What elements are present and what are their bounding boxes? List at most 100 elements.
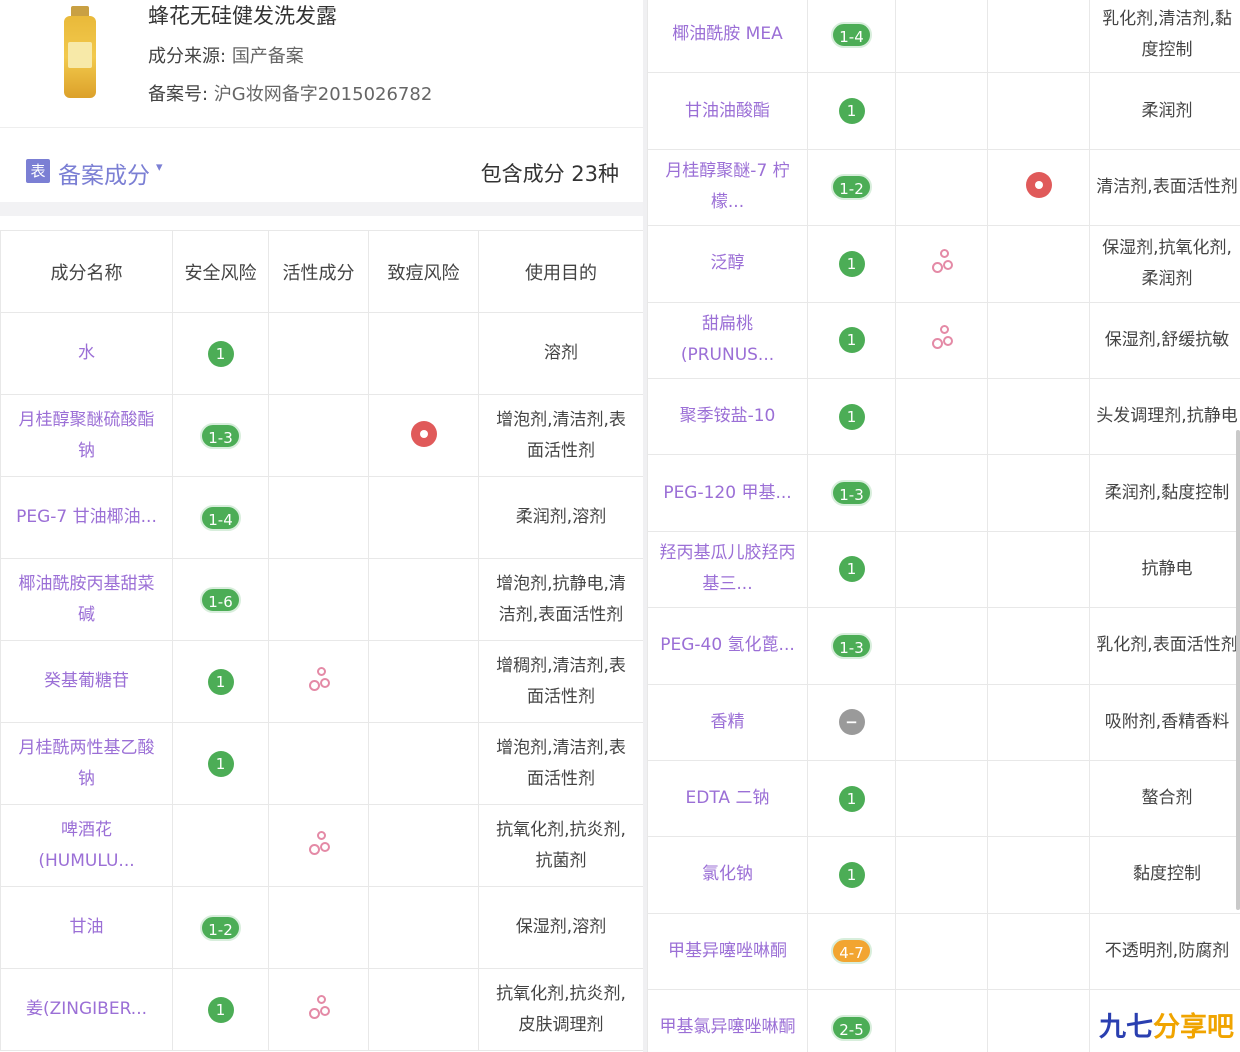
ingredient-name[interactable]: 月桂酰两性基乙酸钠 — [0, 722, 173, 805]
table-row[interactable]: 羟丙基瓜儿胶羟丙 基三... 1 抗静电 — [647, 530, 1240, 609]
safety-risk-badge: 1 — [838, 403, 865, 430]
safety-risk-cell: 1 — [172, 640, 269, 723]
purpose-text: 柔润剂,黏度控制 — [1104, 482, 1230, 503]
acne-risk-cell — [368, 640, 479, 723]
bubbles-icon — [929, 248, 955, 276]
active-cell — [268, 312, 369, 395]
ingredient-name[interactable]: 癸基葡糖苷 — [0, 640, 173, 723]
chevron-down-icon[interactable]: ▾ — [156, 160, 163, 175]
acne-risk-cell — [987, 989, 1090, 1052]
active-cell — [268, 886, 369, 969]
purpose-text: 吸附剂,香精香料 — [1104, 711, 1230, 732]
usage-purpose: 清洁剂,表面活性剂 — [1089, 148, 1240, 227]
ingredient-name-text: 基三... — [702, 574, 753, 595]
table-row[interactable]: 椰油酰胺 MEA 1-4 乳化剂,清洁剂,黏 度控制 — [647, 0, 1240, 74]
ingredient-name[interactable]: PEG-7 甘油椰油... — [0, 476, 173, 559]
ingredient-name[interactable]: 甜扁桃 (PRUNUS... — [647, 301, 808, 379]
table-row[interactable]: 香精 − 吸附剂,香精香料 — [647, 683, 1240, 761]
table-row[interactable]: 癸基葡糖苷 1 增稠剂,清洁剂,表 面活性剂 — [0, 640, 643, 723]
ingredient-table-left: 成分名称 安全风险 活性成分 致痘风险 使用目的 水 1 溶剂 月桂醇聚醚硫酸酯钠 1-… — [0, 230, 643, 1051]
table-row[interactable]: 甘油 1-2 保湿剂,溶剂 — [0, 886, 643, 969]
ingredient-name[interactable]: 泛醇 — [647, 225, 808, 303]
acne-risk-icon — [1025, 172, 1052, 199]
acne-risk-cell — [368, 394, 479, 477]
table-row[interactable]: 氯化钠 1 黏度控制 — [647, 836, 1240, 914]
acne-risk-cell — [987, 530, 1090, 609]
usage-purpose: 柔润剂 — [1089, 72, 1240, 150]
bubbles-icon — [306, 994, 332, 1022]
acne-risk-cell — [987, 607, 1090, 685]
ingredient-name-text: 姜(ZINGIBER... — [25, 999, 148, 1019]
ingredient-name[interactable]: PEG-120 甲基... — [647, 454, 808, 532]
product-name: 蜂花无硅健发洗发露 — [148, 4, 337, 28]
table-row[interactable]: 甲基异噻唑啉酮 4-7 不透明剂,防腐剂 — [647, 912, 1240, 991]
ingredient-name[interactable]: 月桂醇聚醚硫酸酯钠 — [0, 394, 173, 477]
table-row[interactable]: 啤酒花 (HUMULU... 抗氧化剂,抗炎剂, 抗菌剂 — [0, 804, 643, 887]
ingredient-name[interactable]: 羟丙基瓜儿胶羟丙 基三... — [647, 530, 808, 609]
ingredient-name[interactable]: 椰油酰胺 MEA — [647, 0, 808, 74]
active-cell — [895, 301, 988, 379]
table-row[interactable]: 水 1 溶剂 — [0, 312, 643, 395]
ingredient-name[interactable]: 姜(ZINGIBER... — [0, 968, 173, 1051]
safety-risk-badge: 1 — [207, 996, 234, 1023]
section-title-dropdown[interactable]: 备案成分 — [58, 156, 150, 190]
safety-risk-cell: 1-4 — [172, 476, 269, 559]
safety-risk-cell: 1 — [172, 312, 269, 395]
ingredient-name[interactable]: 甲基异噻唑啉酮 — [647, 912, 808, 991]
purpose-text: 头发调理剂,抗静电 — [1096, 406, 1238, 427]
bubbles-icon — [306, 666, 332, 694]
ingredient-name[interactable]: 椰油酰胺丙基甜菜碱 — [0, 558, 173, 641]
ingredient-name-text: 羟丙基瓜儿胶羟丙 — [659, 543, 796, 564]
ingredient-name-text: PEG-40 氢化蓖... — [660, 635, 795, 656]
header-acne-risk: 致痘风险 — [368, 230, 479, 313]
safety-risk-cell: 1 — [172, 968, 269, 1051]
table-row[interactable]: 甘油油酸酯 1 柔润剂 — [647, 72, 1240, 150]
active-cell — [895, 759, 988, 838]
table-icon: 表 — [26, 159, 50, 183]
table-row[interactable]: PEG-120 甲基... 1-3 柔润剂,黏度控制 — [647, 454, 1240, 532]
ingredient-section-bar: 表 备案成分 ▾ 包含成分 23种 — [0, 130, 643, 216]
table-row[interactable]: 椰油酰胺丙基甜菜碱 1-6 增泡剂,抗静电,清 洁剂,表面活性剂 — [0, 558, 643, 641]
source-label: 成分来源: — [148, 46, 227, 67]
scrollbar[interactable] — [1236, 430, 1240, 910]
table-row[interactable]: PEG-40 氢化蓖... 1-3 乳化剂,表面活性剂 — [647, 607, 1240, 685]
ingredient-name[interactable]: 甘油油酸酯 — [647, 72, 808, 150]
usage-purpose: 溶剂 — [478, 312, 643, 395]
safety-risk-badge: 1-4 — [831, 21, 872, 48]
ingredient-name-text: EDTA 二钠 — [685, 788, 770, 809]
ingredient-name[interactable]: 甲基氯异噻唑啉酮 — [647, 989, 808, 1052]
table-row[interactable]: PEG-7 甘油椰油... 1-4 柔润剂,溶剂 — [0, 476, 643, 559]
ingredient-name-text: 钠 — [78, 440, 95, 461]
left-panel: 蜂花无硅健发洗发露 成分来源: 国产备案 备案号: 沪G妆网备字20150267… — [0, 0, 643, 1052]
safety-risk-badge: 1 — [207, 750, 234, 777]
safety-risk-cell: 1-2 — [807, 148, 896, 227]
ingredient-name[interactable]: 月桂醇聚醚-7 柠檬... — [647, 148, 808, 227]
purpose-text: 柔润剂,溶剂 — [515, 507, 607, 527]
table-row[interactable]: 泛醇 1 保湿剂,抗氧化剂, 柔润剂 — [647, 225, 1240, 303]
ingredient-name[interactable]: 聚季铵盐-10 — [647, 377, 808, 456]
ingredient-name[interactable]: 甘油 — [0, 886, 173, 969]
purpose-text: 保湿剂,舒缓抗敏 — [1104, 329, 1230, 350]
ingredient-name[interactable]: PEG-40 氢化蓖... — [647, 607, 808, 685]
table-row[interactable]: 月桂醇聚醚-7 柠檬... 1-2 清洁剂,表面活性剂 — [647, 148, 1240, 227]
table-row[interactable]: 月桂酰两性基乙酸钠 1 增泡剂,清洁剂,表 面活性剂 — [0, 722, 643, 805]
usage-purpose: 增泡剂,清洁剂,表 面活性剂 — [478, 722, 643, 805]
table-row[interactable]: 姜(ZINGIBER... 1 抗氧化剂,抗炎剂, 皮肤调理剂 — [0, 968, 643, 1051]
ingredient-name[interactable]: 水 — [0, 312, 173, 395]
header-purpose: 使用目的 — [478, 230, 643, 313]
table-header-row: 成分名称 安全风险 活性成分 致痘风险 使用目的 — [0, 230, 643, 313]
usage-purpose: 抗氧化剂,抗炎剂, 皮肤调理剂 — [478, 968, 643, 1051]
active-cell — [895, 989, 988, 1052]
ingredient-name[interactable]: 香精 — [647, 683, 808, 761]
registration-value: 沪G妆网备字2015026782 — [213, 84, 433, 105]
ingredient-name[interactable]: 啤酒花 (HUMULU... — [0, 804, 173, 887]
ingredient-name-text: 水 — [78, 343, 95, 363]
table-row[interactable]: 聚季铵盐-10 1 头发调理剂,抗静电 — [647, 377, 1240, 456]
table-row[interactable]: 月桂醇聚醚硫酸酯钠 1-3 增泡剂,清洁剂,表 面活性剂 — [0, 394, 643, 477]
safety-risk-badge: 1-3 — [200, 422, 241, 449]
ingredient-name[interactable]: 氯化钠 — [647, 836, 808, 914]
table-row[interactable]: 甜扁桃 (PRUNUS... 1 保湿剂,舒缓抗敏 — [647, 301, 1240, 379]
table-row[interactable]: EDTA 二钠 1 螯合剂 — [647, 759, 1240, 838]
ingredient-name[interactable]: EDTA 二钠 — [647, 759, 808, 838]
safety-risk-badge: − — [838, 709, 865, 736]
